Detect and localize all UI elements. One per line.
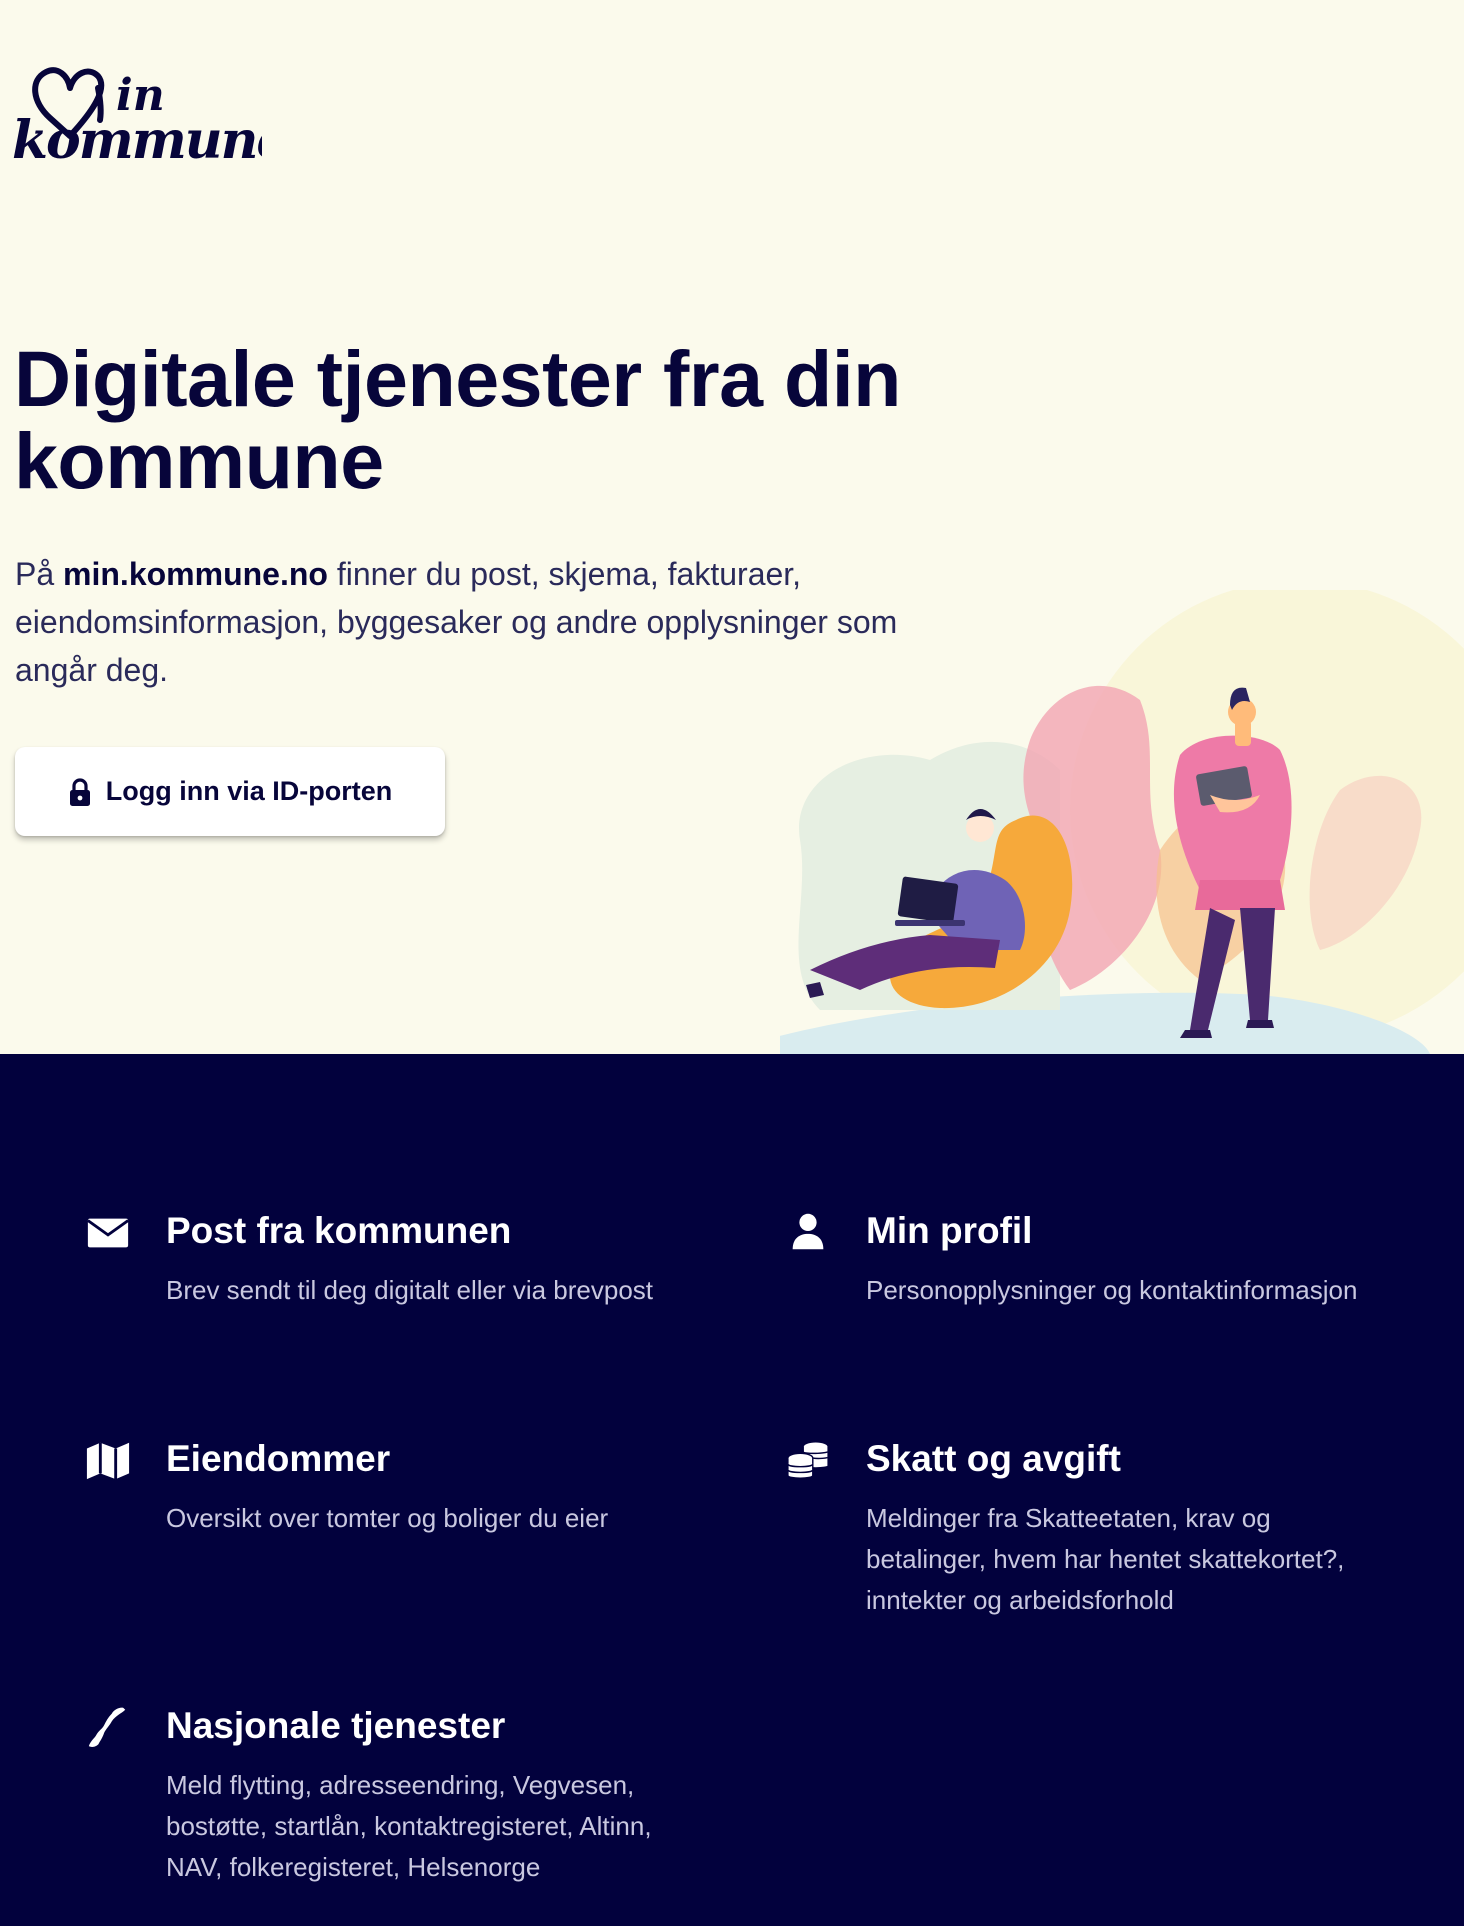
feature-description: Meld flytting, adresseendring, Vegvesen,… <box>166 1770 652 1882</box>
desc-prefix: På <box>15 556 64 592</box>
norway-map-icon <box>82 1701 134 1753</box>
features-section: Post fra kommunen Brev sendt til deg dig… <box>0 1054 1464 1926</box>
envelope-icon <box>82 1206 134 1258</box>
user-icon <box>782 1206 834 1258</box>
login-label: Logg inn via ID-porten <box>105 776 393 806</box>
login-button[interactable]: Logg inn via ID-porten <box>15 747 445 836</box>
feature-description: Meldinger fra Skatteetaten, krav og beta… <box>866 1503 1345 1615</box>
coins-icon <box>782 1434 834 1486</box>
page-title: Digitale tjenester fra din kommune <box>14 334 901 505</box>
feature-title: Eiendommer <box>166 1438 391 1479</box>
feature-description: Brev sendt til deg digitalt eller via br… <box>166 1275 654 1305</box>
feature-title: Post fra kommunen <box>166 1210 512 1251</box>
feature-title: Skatt og avgift <box>866 1438 1121 1479</box>
feature-title: Nasjonale tjenester <box>166 1705 506 1746</box>
map-icon <box>82 1434 134 1486</box>
people-illustration <box>780 590 1464 1054</box>
hero-section: in kommune Digitale tjenester fra din ko… <box>0 0 1464 1054</box>
svg-text:kommune: kommune <box>12 110 262 168</box>
hero-illustration <box>780 590 1464 1054</box>
site-name: min.kommune.no <box>63 556 328 592</box>
logo-heart-script: in kommune <box>12 67 262 168</box>
feature-title: Min profil <box>866 1210 1033 1251</box>
feature-description: Oversikt over tomter og boliger du eier <box>166 1503 609 1533</box>
feature-description: Personopplysninger og kontaktinformasjon <box>866 1275 1358 1305</box>
lock-icon <box>69 777 90 806</box>
min-kommune-logo[interactable]: in kommune <box>12 58 262 168</box>
